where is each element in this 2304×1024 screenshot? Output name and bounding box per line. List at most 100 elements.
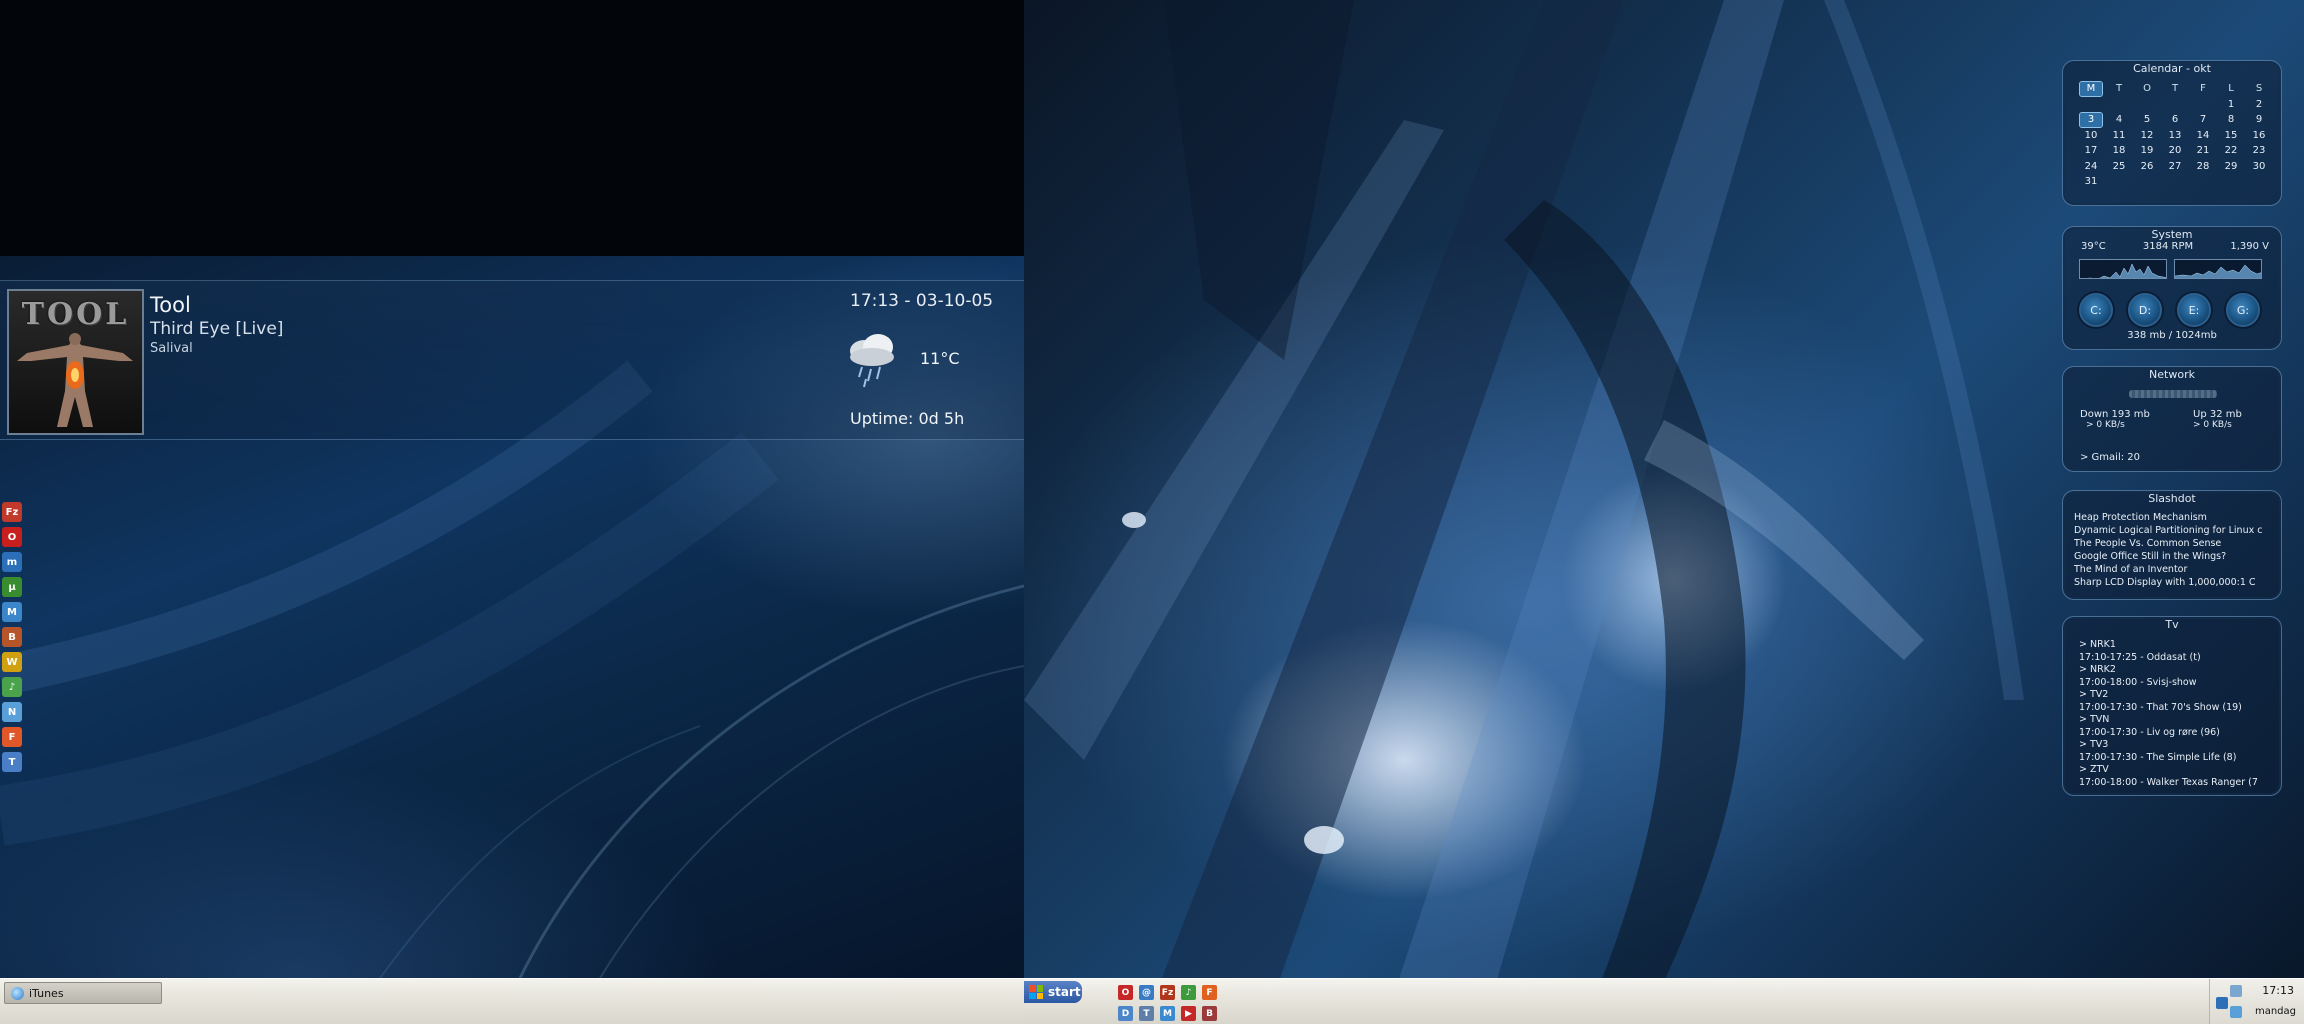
messenger-icon[interactable]: M: [1160, 1006, 1175, 1021]
calendar-day[interactable]: 26: [2133, 159, 2161, 175]
system-clock[interactable]: 17:13: [2262, 984, 2294, 997]
mail-icon[interactable]: @: [1139, 985, 1154, 1000]
itunes-taskbar-button[interactable]: iTunes: [4, 982, 162, 1004]
drive-e-button[interactable]: E:: [2177, 293, 2211, 327]
itunes-icon: [11, 986, 24, 1000]
messenger-tray-icon[interactable]: [2230, 1006, 2242, 1018]
calendar-day[interactable]: 18: [2105, 143, 2133, 159]
slashdot-headline[interactable]: Dynamic Logical Partitioning for Linux c: [2074, 524, 2277, 537]
calendar-day[interactable]: 20: [2161, 143, 2189, 159]
calendar-day[interactable]: 10: [2077, 128, 2105, 144]
calendar-today[interactable]: 3: [2079, 112, 2103, 128]
calendar-weekday: L: [2228, 83, 2234, 94]
calendar-day[interactable]: 19: [2133, 143, 2161, 159]
calendar-day[interactable]: 31: [2077, 174, 2105, 190]
tv-show[interactable]: 17:10-17:25 - Oddasat (t): [2079, 652, 2279, 665]
utorrent-icon[interactable]: µ: [2, 577, 22, 597]
gmail-count[interactable]: > Gmail: 20: [2080, 452, 2140, 463]
opera-icon[interactable]: O: [1118, 985, 1133, 1000]
calendar-title: Calendar - okt: [2133, 62, 2211, 75]
calendar-day[interactable]: 16: [2245, 128, 2273, 144]
quicklaunch-bar: Fz Om µ M B W ♪ N F T: [2, 502, 24, 777]
firefox-icon[interactable]: F: [2, 727, 22, 747]
filezilla-icon[interactable]: Fz: [1160, 985, 1175, 1000]
calendar-day[interactable]: 7: [2189, 112, 2217, 128]
books-icon[interactable]: B: [1202, 1006, 1217, 1021]
tv-widget: Tv > NRK1 17:10-17:25 - Oddasat (t) > NRK2…: [2062, 616, 2282, 796]
calendar-day[interactable]: 30: [2245, 159, 2273, 175]
books-icon[interactable]: B: [2, 627, 22, 647]
calendar-day[interactable]: 28: [2189, 159, 2217, 175]
calendar-day[interactable]: 17: [2077, 143, 2105, 159]
calendar-day[interactable]: 25: [2105, 159, 2133, 175]
tv-show[interactable]: 17:00-17:30 - Liv og røre (96): [2079, 727, 2279, 740]
calendar-day[interactable]: 5: [2133, 112, 2161, 128]
calendar-day[interactable]: 21: [2189, 143, 2217, 159]
right-monitor-desktop: Calendar - okt M T O T F L S 1 2 3 4 5 6 7 8 9 10 11 12 13 1…: [1024, 0, 2304, 1024]
cpu-graph: [2079, 259, 2167, 279]
cpu-temperature: 39°C: [2081, 241, 2106, 252]
calendar-day[interactable]: 9: [2245, 112, 2273, 128]
calendar-day[interactable]: 29: [2217, 159, 2245, 175]
mirc-icon[interactable]: m: [2, 552, 22, 572]
calendar-day[interactable]: 4: [2105, 112, 2133, 128]
calendar-day: [2077, 97, 2105, 113]
slashdot-headline[interactable]: Heap Protection Mechanism: [2074, 511, 2277, 524]
network-down: Down 193 mb > 0 KB/s: [2080, 409, 2150, 430]
calendar-day[interactable]: 22: [2217, 143, 2245, 159]
calendar-day[interactable]: 11: [2105, 128, 2133, 144]
winamp-icon[interactable]: W: [2, 652, 22, 672]
drive-label: E:: [2188, 303, 2200, 317]
opera-icon[interactable]: O: [2, 527, 22, 547]
calendar-day: [2161, 174, 2189, 190]
calendar-day[interactable]: 24: [2077, 159, 2105, 175]
thunderbird-icon[interactable]: T: [2, 752, 22, 772]
tv-show[interactable]: 17:00-18:00 - Walker Texas Ranger (7: [2079, 777, 2279, 790]
media-icon[interactable]: ▶: [1181, 1006, 1196, 1021]
calendar-day[interactable]: 6: [2161, 112, 2189, 128]
calendar-day[interactable]: 1: [2217, 97, 2245, 113]
calendar-week-row: 10 11 12 13 14 15 16: [2077, 128, 2273, 144]
itunes-task-label: iTunes: [29, 986, 64, 1000]
network-title: Network: [2149, 368, 2195, 381]
slashdot-headline[interactable]: Google Office Still in the Wings?: [2074, 550, 2277, 563]
filezilla-icon[interactable]: Fz: [2, 502, 22, 522]
tv-show[interactable]: 17:00-18:00 - Svisj-show: [2079, 677, 2279, 690]
album-art[interactable]: TOOL: [7, 289, 144, 435]
start-button[interactable]: start: [1024, 981, 1082, 1003]
calendar-day[interactable]: 23: [2245, 143, 2273, 159]
drive-d-button[interactable]: D:: [2128, 293, 2162, 327]
drive-c-button[interactable]: C:: [2079, 293, 2113, 327]
calendar-day[interactable]: 13: [2161, 128, 2189, 144]
itunes-icon[interactable]: ♪: [2, 677, 22, 697]
tv-show[interactable]: 17:00-17:30 - The Simple Life (8): [2079, 752, 2279, 765]
slashdot-headline[interactable]: The People Vs. Common Sense: [2074, 537, 2277, 550]
calendar-day[interactable]: 27: [2161, 159, 2189, 175]
temperature: 11°C: [920, 349, 960, 368]
firefox-icon[interactable]: F: [1202, 985, 1217, 1000]
desktop-icon[interactable]: D: [1118, 1006, 1133, 1021]
calendar-weekday: O: [2143, 83, 2151, 94]
calendar-day[interactable]: 15: [2217, 128, 2245, 144]
calendar-day[interactable]: 14: [2189, 128, 2217, 144]
tv-show[interactable]: 17:00-17:30 - That 70's Show (19): [2079, 702, 2279, 715]
messenger-icon[interactable]: M: [2, 602, 22, 622]
calendar-day: [2105, 97, 2133, 113]
tools-icon[interactable]: T: [1139, 1006, 1154, 1021]
calendar-day[interactable]: 8: [2217, 112, 2245, 128]
tv-channel: > TVN: [2079, 714, 2110, 725]
slashdot-headline[interactable]: The Mind of an Inventor: [2074, 563, 2277, 576]
track-title: Third Eye [Live]: [150, 319, 284, 339]
tv-channel: > TV2: [2079, 689, 2109, 700]
drive-g-button[interactable]: G:: [2226, 293, 2260, 327]
calendar-weekday: T: [2115, 83, 2123, 94]
itunes-icon[interactable]: ♪: [1181, 985, 1196, 1000]
bluetooth-tray-icon[interactable]: [2216, 997, 2228, 1009]
network-icon[interactable]: N: [2, 702, 22, 722]
calendar-day[interactable]: 12: [2133, 128, 2161, 144]
calendar-weekday: F: [2200, 83, 2206, 94]
calendar-day: [2105, 174, 2133, 190]
calendar-day[interactable]: 2: [2245, 97, 2273, 113]
slashdot-headline[interactable]: Sharp LCD Display with 1,000,000:1 C: [2074, 576, 2277, 589]
network-tray-icon[interactable]: [2230, 985, 2242, 997]
